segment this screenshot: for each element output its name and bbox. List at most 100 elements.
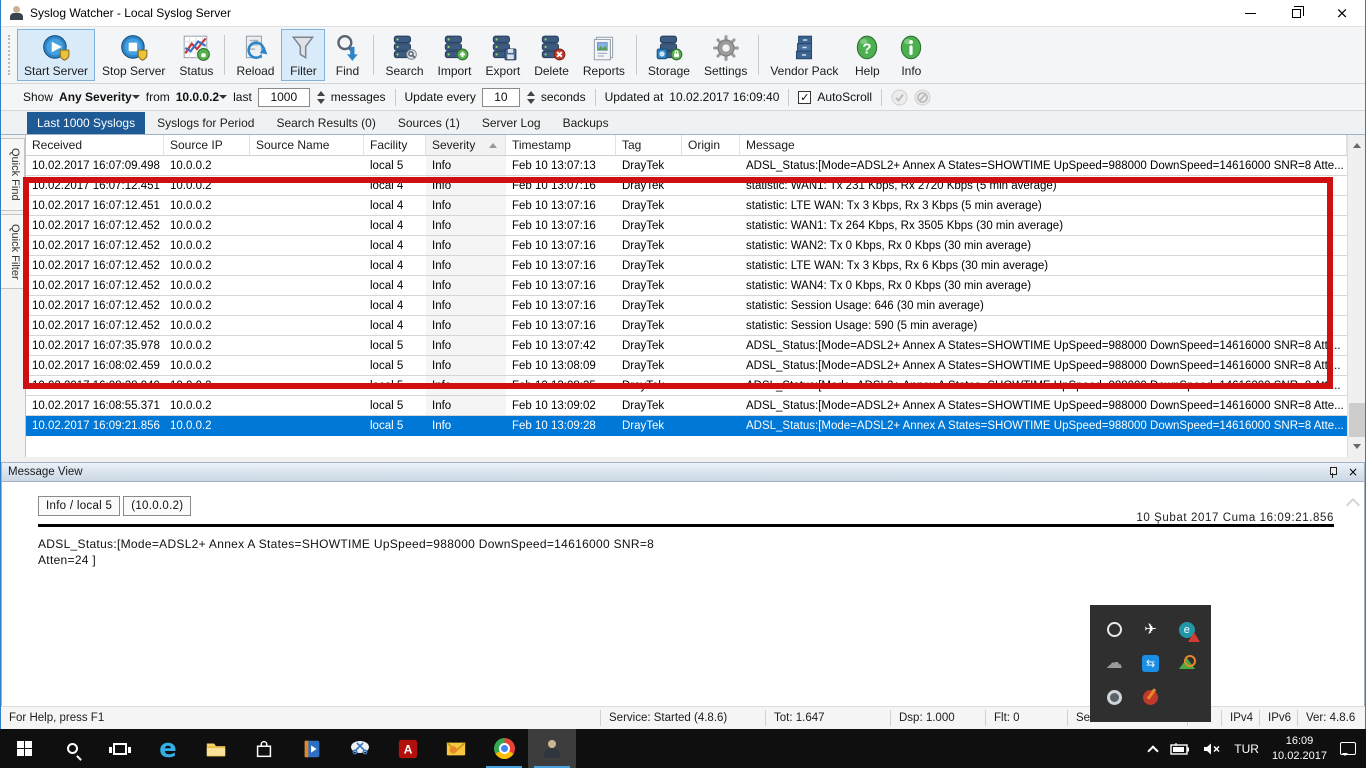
column-header-received[interactable]: Received <box>26 135 164 155</box>
view-tab[interactable]: Backups <box>553 112 619 134</box>
view-tab[interactable]: Sources (1) <box>388 112 470 134</box>
teamviewer-icon[interactable]: ⇆ <box>1140 653 1160 673</box>
acrobat-button[interactable]: A <box>384 729 432 768</box>
delete-button[interactable]: Delete <box>527 29 576 81</box>
table-row[interactable]: 10.02.2017 16:07:12.452 10.0.0.2 local 4… <box>26 296 1347 316</box>
stop-server-button[interactable]: Stop Server <box>95 29 172 81</box>
battery-icon[interactable] <box>1170 742 1190 756</box>
table-row[interactable]: 10.02.2017 16:07:12.451 10.0.0.2 local 4… <box>26 176 1347 196</box>
panel-close-icon[interactable]: × <box>1348 465 1358 479</box>
status-button[interactable]: Status <box>172 29 220 81</box>
creative-cloud-icon[interactable] <box>1104 620 1124 640</box>
vendor-pack-button[interactable]: Vendor Pack <box>763 29 845 81</box>
taskbar-clock[interactable]: 16:09 10.02.2017 <box>1272 734 1327 764</box>
scroll-down-arrow[interactable] <box>1348 440 1366 457</box>
cancel-filter-button-disabled[interactable] <box>914 89 931 106</box>
column-header-source-name[interactable]: Source Name <box>250 135 364 155</box>
tray-chevron-up-icon[interactable] <box>1148 745 1159 756</box>
help-button[interactable]: ? Help <box>845 29 889 81</box>
interval-input[interactable]: 10 <box>482 88 520 107</box>
cell-received: 10.02.2017 16:07:09.498 <box>26 156 164 175</box>
column-header-severity[interactable]: Severity <box>426 135 506 155</box>
table-row[interactable]: 10.02.2017 16:07:12.452 10.0.0.2 local 4… <box>26 236 1347 256</box>
messages-count-stepper[interactable] <box>317 87 325 108</box>
find-button[interactable]: Find <box>325 29 369 81</box>
table-row[interactable]: 10.02.2017 16:07:35.978 10.0.0.2 local 5… <box>26 336 1347 356</box>
search-button[interactable]: Search <box>378 29 430 81</box>
table-row[interactable]: 10.02.2017 16:08:28.940 10.0.0.2 local 5… <box>26 376 1347 396</box>
start-button[interactable] <box>0 729 48 768</box>
cell-severity: Info <box>426 256 506 275</box>
mail-button[interactable] <box>432 729 480 768</box>
file-explorer-button[interactable] <box>192 729 240 768</box>
column-header-origin[interactable]: Origin <box>682 135 740 155</box>
table-row[interactable]: 10.02.2017 16:07:09.498 10.0.0.2 local 5… <box>26 156 1347 176</box>
minimize-button[interactable] <box>1227 0 1273 26</box>
action-center-icon[interactable] <box>1340 742 1356 755</box>
cleaner-app-icon[interactable] <box>1140 687 1160 707</box>
quick-find-tab[interactable]: Quick Find <box>1 138 25 211</box>
scroll-up-arrow[interactable] <box>1348 135 1366 152</box>
close-button[interactable]: × <box>1319 0 1365 26</box>
antivirus-alert-icon[interactable]: e <box>1177 620 1197 640</box>
restore-button[interactable] <box>1273 0 1319 26</box>
table-row[interactable]: 10.02.2017 16:08:02.459 10.0.0.2 local 5… <box>26 356 1347 376</box>
table-row[interactable]: 10.02.2017 16:08:55.371 10.0.0.2 local 5… <box>26 396 1347 416</box>
view-tab-label: Last 1000 Syslogs <box>37 116 135 130</box>
column-header-source-ip[interactable]: Source IP <box>164 135 250 155</box>
source-dropdown[interactable]: 10.0.0.2 <box>176 90 227 104</box>
table-row[interactable]: 10.02.2017 16:07:12.452 10.0.0.2 local 4… <box>26 256 1347 276</box>
onedrive-icon[interactable]: ☁ <box>1104 653 1124 673</box>
snipping-tool-button[interactable] <box>336 729 384 768</box>
volume-muted-icon[interactable] <box>1203 742 1221 756</box>
settings-button[interactable]: Settings <box>697 29 754 81</box>
table-row[interactable]: 10.02.2017 16:07:12.452 10.0.0.2 local 4… <box>26 276 1347 296</box>
table-row[interactable]: 10.02.2017 16:07:12.452 10.0.0.2 local 4… <box>26 316 1347 336</box>
export-button[interactable]: Export <box>479 29 528 81</box>
table-row[interactable]: 10.02.2017 16:07:12.452 10.0.0.2 local 4… <box>26 216 1347 236</box>
airplane-icon[interactable]: ✈ <box>1140 620 1160 640</box>
pin-icon[interactable] <box>1328 466 1338 478</box>
backup-tool-icon[interactable] <box>1177 653 1197 673</box>
autoscroll-checkbox[interactable]: ✓ <box>798 91 811 104</box>
column-header-facility[interactable]: Facility <box>364 135 426 155</box>
quick-filter-tab[interactable]: Quick Filter <box>1 214 25 290</box>
cell-severity: Info <box>426 276 506 295</box>
view-tab[interactable]: Syslogs for Period <box>147 112 264 134</box>
column-header-tag[interactable]: Tag <box>616 135 682 155</box>
interval-stepper[interactable] <box>527 87 535 108</box>
table-row[interactable]: 10.02.2017 16:07:12.451 10.0.0.2 local 4… <box>26 196 1347 216</box>
vertical-scrollbar[interactable] <box>1347 135 1365 457</box>
start-server-button[interactable]: Start Server <box>17 29 95 81</box>
storage-button[interactable]: Storage <box>641 29 697 81</box>
severity-dropdown[interactable]: Any Severity <box>59 90 140 104</box>
view-tab[interactable]: Search Results (0) <box>266 112 385 134</box>
chevron-down-icon <box>219 95 227 103</box>
language-indicator[interactable]: TUR <box>1234 742 1259 756</box>
import-button[interactable]: Import <box>431 29 479 81</box>
taskbar-search-button[interactable] <box>48 729 96 768</box>
table-row[interactable]: 10.02.2017 16:09:21.856 10.0.0.2 local 5… <box>26 416 1347 436</box>
lens-app-icon[interactable] <box>1104 687 1124 707</box>
media-player-button[interactable] <box>288 729 336 768</box>
column-header-message[interactable]: Message <box>740 135 1347 155</box>
edge-button[interactable]: e <box>144 729 192 768</box>
chrome-button[interactable] <box>480 729 528 768</box>
view-tab[interactable]: Last 1000 Syslogs <box>27 112 145 134</box>
apply-filter-button-disabled[interactable] <box>891 89 908 106</box>
store-button[interactable] <box>240 729 288 768</box>
reload-button[interactable]: Reload <box>229 29 281 81</box>
info-button[interactable]: Info <box>889 29 933 81</box>
task-view-button[interactable] <box>96 729 144 768</box>
filter-button[interactable]: Filter <box>281 29 325 81</box>
scrollbar-thumb[interactable] <box>1349 403 1365 437</box>
view-tab[interactable]: Server Log <box>472 112 551 134</box>
reports-button[interactable]: Reports <box>576 29 632 81</box>
cell-origin <box>682 216 740 235</box>
delete-icon <box>537 33 567 63</box>
ipv4-indicator: IPv4 <box>1221 710 1259 726</box>
column-header-timestamp[interactable]: Timestamp <box>506 135 616 155</box>
messages-count-input[interactable]: 1000 <box>258 88 310 107</box>
title-bar[interactable]: Syslog Watcher - Local Syslog Server × <box>1 0 1365 26</box>
syslog-watcher-taskbar-button[interactable] <box>528 729 576 768</box>
